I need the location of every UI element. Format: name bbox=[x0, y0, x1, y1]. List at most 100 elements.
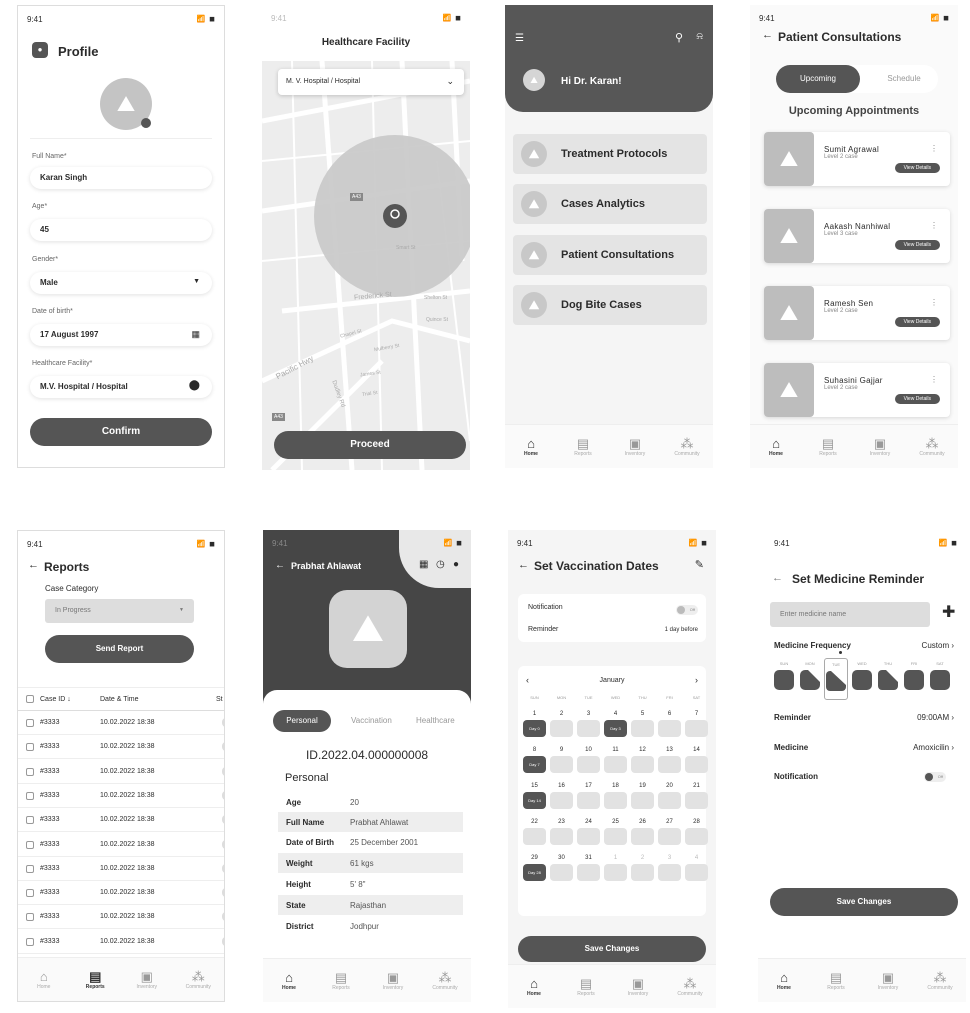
tab-personal[interactable]: Personal bbox=[273, 710, 331, 732]
notification-toggle[interactable]: Off bbox=[676, 603, 698, 615]
age-field[interactable]: 45 bbox=[30, 219, 212, 241]
facility-select[interactable]: M. V. Hospital / Hospital ⌄ bbox=[278, 69, 464, 95]
save-changes-button[interactable]: Save Changes bbox=[770, 888, 958, 916]
calendar-day[interactable]: 1 Day 0 bbox=[523, 708, 546, 744]
calendar-day[interactable]: 26 bbox=[631, 816, 654, 852]
calendar-day[interactable]: 7 bbox=[685, 708, 708, 744]
nav-inventory[interactable]: ▣ Inventory bbox=[868, 970, 908, 991]
select-all-checkbox[interactable] bbox=[26, 695, 34, 703]
row-checkbox[interactable] bbox=[26, 937, 34, 946]
search-icon[interactable]: ⚲ bbox=[675, 31, 683, 44]
appointment-card[interactable]: ⛰ Suhasini Gajjar Level 2 case View Details… bbox=[764, 363, 950, 417]
nav-community[interactable]: ⁂ Community bbox=[920, 970, 960, 991]
weekday-option[interactable]: FRI bbox=[902, 658, 926, 700]
nav-community[interactable]: ⁂ Community bbox=[178, 969, 218, 990]
table-row[interactable]: #3333 10.02.2022 18:38 bbox=[18, 857, 224, 881]
calendar-day[interactable]: 13 bbox=[658, 744, 681, 780]
calendar-day[interactable]: 30 bbox=[550, 852, 573, 888]
nav-inventory[interactable]: ▣ Inventory bbox=[615, 436, 655, 457]
reminder-value[interactable]: 1 day before bbox=[665, 627, 698, 633]
back-icon[interactable]: ← bbox=[772, 572, 783, 584]
row-checkbox[interactable] bbox=[26, 816, 34, 825]
nav-reports[interactable]: ▤ Reports bbox=[566, 976, 606, 997]
weekday-option[interactable]: THU bbox=[876, 658, 900, 700]
calendar-day[interactable]: 29 Day 28 bbox=[523, 852, 546, 888]
medicine-name-input[interactable]: Enter medicine name bbox=[770, 602, 930, 627]
menu-treatment-protocols[interactable]: ⛰ Treatment Protocols bbox=[513, 134, 707, 174]
calendar-day[interactable]: 2 bbox=[550, 708, 573, 744]
nav-home[interactable]: ⌂ Home bbox=[269, 970, 309, 991]
nav-home[interactable]: ⌂ Home bbox=[764, 970, 804, 991]
row-checkbox[interactable] bbox=[26, 719, 34, 727]
calendar-day[interactable]: 3 bbox=[577, 708, 600, 744]
more-icon[interactable]: ⋮ bbox=[930, 375, 938, 384]
gender-select[interactable]: Male bbox=[30, 272, 212, 294]
calendar-icon[interactable]: ▦ bbox=[191, 329, 200, 340]
calendar-icon[interactable]: ▦ bbox=[419, 559, 428, 570]
nav-community[interactable]: ⁂ Community bbox=[425, 970, 465, 991]
view-details-button[interactable]: View Details bbox=[894, 240, 940, 250]
menu-dog-bite-cases[interactable]: ⛰ Dog Bite Cases bbox=[513, 285, 707, 325]
clock-icon[interactable]: ◷ bbox=[436, 559, 445, 570]
calendar-day[interactable]: 10 bbox=[577, 744, 600, 780]
nav-reports[interactable]: ▤ Reports bbox=[75, 969, 115, 990]
row-checkbox[interactable] bbox=[26, 743, 34, 752]
table-row[interactable]: #3333 10.02.2022 18:38 bbox=[18, 833, 224, 857]
calendar-day[interactable]: 19 bbox=[631, 780, 654, 816]
calendar-day[interactable]: 24 bbox=[577, 816, 600, 852]
table-row[interactable]: #3333 10.02.2022 18:38 bbox=[18, 760, 224, 784]
nav-inventory[interactable]: ▣ Inventory bbox=[373, 970, 413, 991]
calendar-day[interactable]: 5 bbox=[631, 708, 654, 744]
view-details-button[interactable]: View Details bbox=[894, 163, 940, 173]
calendar-day[interactable]: 23 bbox=[550, 816, 573, 852]
menu-icon[interactable]: ☰ bbox=[515, 33, 524, 44]
map[interactable] bbox=[262, 61, 470, 470]
calendar-day[interactable]: 11 bbox=[604, 744, 627, 780]
calendar-day[interactable]: 4 Day 3 bbox=[604, 708, 627, 744]
calendar-day[interactable]: 1 bbox=[604, 852, 627, 888]
calendar-day[interactable]: 6 bbox=[658, 708, 681, 744]
tab-schedule[interactable]: Schedule bbox=[870, 65, 938, 93]
calendar-day[interactable]: 8 Day 7 bbox=[523, 744, 546, 780]
calendar-day[interactable]: 18 bbox=[604, 780, 627, 816]
nav-reports[interactable]: ▤ Reports bbox=[808, 436, 848, 457]
calendar-day[interactable]: 25 bbox=[604, 816, 627, 852]
more-icon[interactable]: ⋮ bbox=[930, 221, 938, 230]
category-select[interactable]: In Progress ▼ bbox=[45, 599, 194, 623]
weekday-option[interactable]: WED bbox=[850, 658, 874, 700]
nav-reports[interactable]: ▤ Reports bbox=[563, 436, 603, 457]
calendar-day[interactable]: 31 bbox=[577, 852, 600, 888]
calendar-day[interactable]: 9 bbox=[550, 744, 573, 780]
view-details-button[interactable]: View Details bbox=[894, 394, 940, 404]
nav-home[interactable]: ⌂ Home bbox=[756, 436, 796, 457]
dob-field[interactable]: 17 August 1997 bbox=[30, 324, 212, 346]
next-month-icon[interactable]: › bbox=[695, 675, 698, 685]
facility-field[interactable]: M.V. Hospital / Hospital bbox=[30, 376, 212, 398]
back-icon[interactable]: ← bbox=[762, 29, 773, 41]
save-changes-button[interactable]: Save Changes bbox=[518, 936, 706, 962]
calendar-day[interactable]: 27 bbox=[658, 816, 681, 852]
weekday-option[interactable]: MON bbox=[798, 658, 822, 700]
calendar-day[interactable]: 2 bbox=[631, 852, 654, 888]
weekday-option[interactable]: TUE bbox=[824, 658, 848, 700]
back-icon[interactable]: ← bbox=[518, 559, 529, 571]
tab-vaccination[interactable]: Vaccination bbox=[351, 716, 392, 725]
calendar-day[interactable]: 16 bbox=[550, 780, 573, 816]
edit-icon[interactable] bbox=[141, 118, 151, 128]
nav-inventory[interactable]: ▣ Inventory bbox=[860, 436, 900, 457]
view-details-button[interactable]: View Details bbox=[894, 317, 940, 327]
calendar-day[interactable]: 3 bbox=[658, 852, 681, 888]
location-pin-icon[interactable]: ⬤ bbox=[189, 380, 200, 391]
calendar-day[interactable]: 4 bbox=[685, 852, 708, 888]
row-checkbox[interactable] bbox=[26, 889, 34, 898]
table-row[interactable]: #3333 10.02.2022 18:38 bbox=[18, 711, 224, 735]
more-icon[interactable]: ⋮ bbox=[930, 298, 938, 307]
nav-inventory[interactable]: ▣ Inventory bbox=[127, 969, 167, 990]
table-row[interactable]: #3333 10.02.2022 18:38 bbox=[18, 881, 224, 906]
row-checkbox[interactable] bbox=[26, 864, 34, 873]
nav-reports[interactable]: ▤ Reports bbox=[816, 970, 856, 991]
calendar-day[interactable]: 12 bbox=[631, 744, 654, 780]
tab-upcoming[interactable]: Upcoming bbox=[776, 65, 860, 93]
appointment-card[interactable]: ⛰ Ramesh Sen Level 2 case View Details ⋮ bbox=[764, 286, 950, 340]
table-row[interactable]: #3333 10.02.2022 18:38 bbox=[18, 784, 224, 808]
